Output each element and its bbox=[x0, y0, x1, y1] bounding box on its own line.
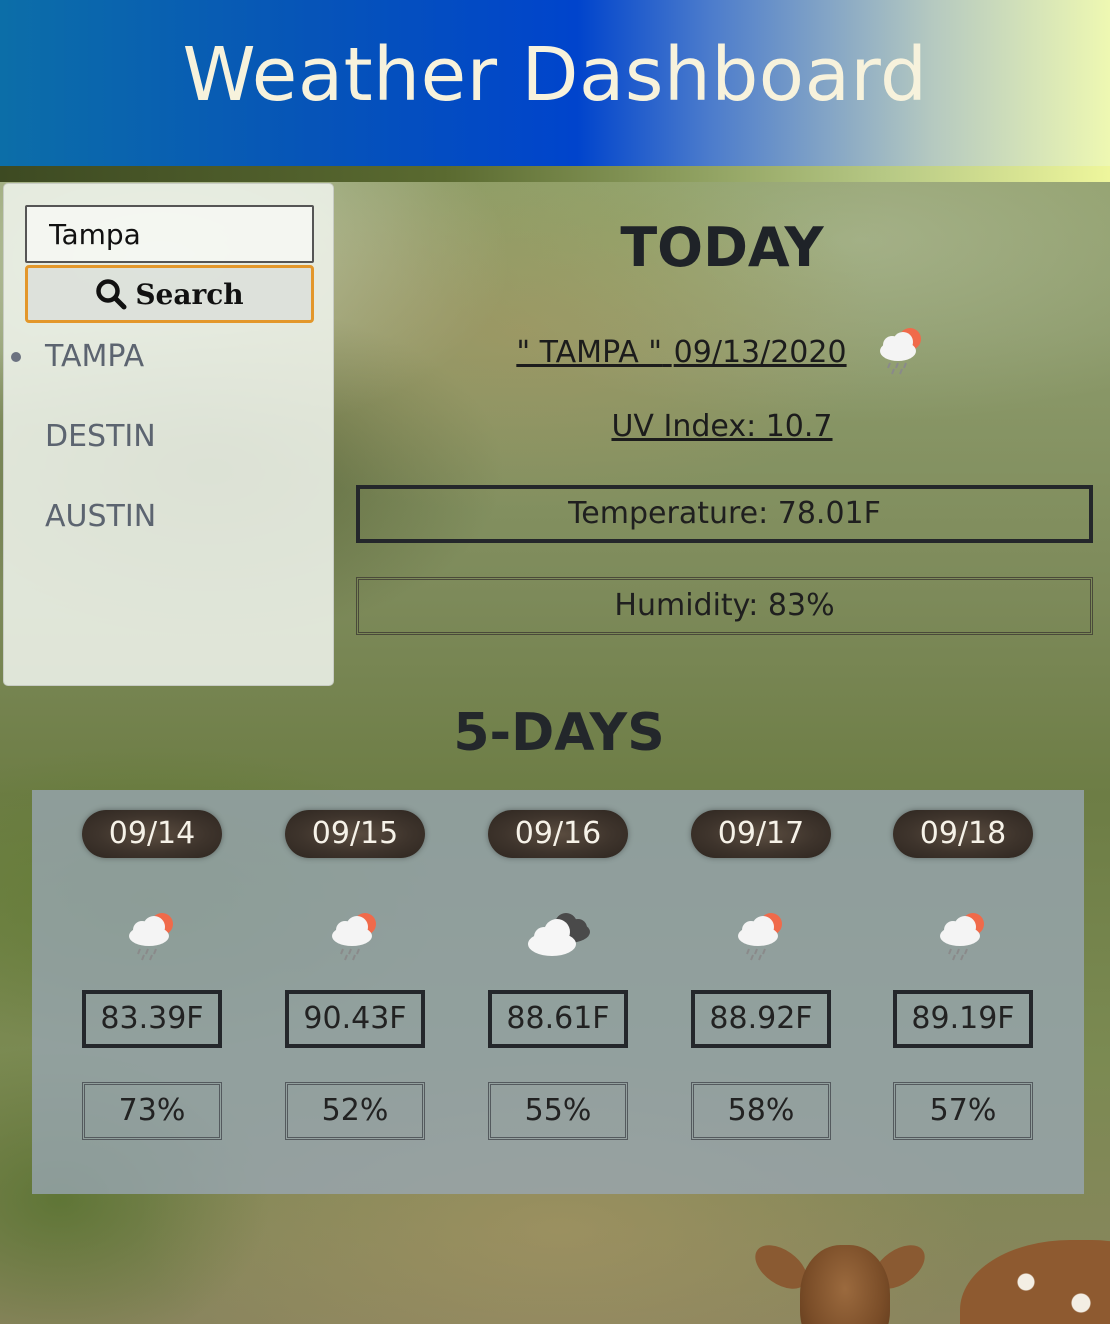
deer-head bbox=[800, 1245, 890, 1324]
forecast-date: 09/16 bbox=[488, 810, 628, 858]
rain-sun-cloud-icon bbox=[325, 908, 385, 966]
rain-sun-cloud-icon bbox=[122, 908, 182, 966]
history-item-label: TAMPA bbox=[45, 339, 145, 374]
rain-sun-cloud-icon bbox=[731, 908, 791, 966]
search-history-list: TAMPA DESTIN AUSTIN bbox=[4, 327, 156, 567]
history-item-austin[interactable]: AUSTIN bbox=[4, 487, 156, 567]
forecast-date: 09/15 bbox=[285, 810, 425, 858]
today-city-date: " TAMPA " 09/13/2020 bbox=[516, 335, 846, 370]
today-date: 09/13/2020 bbox=[673, 334, 847, 370]
page-header: Weather Dashboard bbox=[0, 0, 1110, 166]
deer-body bbox=[960, 1240, 1110, 1324]
page-title: Weather Dashboard bbox=[182, 32, 928, 118]
history-item-label: DESTIN bbox=[45, 419, 156, 454]
forecast-date: 09/17 bbox=[691, 810, 831, 858]
forecast-temperature: 88.61F bbox=[488, 990, 628, 1048]
history-item-destin[interactable]: DESTIN bbox=[4, 407, 156, 487]
search-button-label: Search bbox=[135, 277, 244, 311]
forecast-humidity: 52% bbox=[285, 1082, 425, 1140]
history-item-label: AUSTIN bbox=[45, 499, 157, 534]
forecast-date: 09/14 bbox=[82, 810, 222, 858]
sidebar: Search TAMPA DESTIN AUSTIN bbox=[3, 183, 334, 686]
forecast-humidity: 55% bbox=[488, 1082, 628, 1140]
forecast-date: 09/18 bbox=[893, 810, 1033, 858]
forecast-card: 09/17 88.92F 58% bbox=[689, 790, 833, 1194]
rain-sun-cloud-icon bbox=[933, 908, 993, 966]
cloudy-icon bbox=[522, 908, 596, 966]
today-temperature: Temperature: 78.01F bbox=[356, 485, 1093, 543]
list-bullet bbox=[11, 352, 21, 362]
five-day-heading: 5-DAYS bbox=[453, 703, 665, 763]
search-input[interactable] bbox=[25, 205, 314, 263]
forecast-humidity: 58% bbox=[691, 1082, 831, 1140]
forecast-humidity: 57% bbox=[893, 1082, 1033, 1140]
header-stripe bbox=[0, 166, 1110, 182]
rain-sun-cloud-icon bbox=[874, 323, 928, 381]
forecast-temperature: 88.92F bbox=[691, 990, 831, 1048]
uv-index: UV Index: 10.7 bbox=[611, 409, 833, 444]
today-humidity: Humidity: 83% bbox=[356, 577, 1093, 635]
forecast-panel: 09/14 83.39F 73% 09/15 90.43F 52% 09/16 … bbox=[32, 790, 1084, 1194]
search-icon bbox=[96, 279, 127, 310]
forecast-card: 09/14 83.39F 73% bbox=[80, 790, 224, 1194]
today-city: " TAMPA " bbox=[516, 334, 663, 370]
forecast-card: 09/18 89.19F 57% bbox=[891, 790, 1035, 1194]
forecast-temperature: 90.43F bbox=[285, 990, 425, 1048]
forecast-temperature: 83.39F bbox=[82, 990, 222, 1048]
today-city-row: " TAMPA " 09/13/2020 bbox=[334, 323, 1110, 381]
forecast-card: 09/16 88.61F 55% bbox=[486, 790, 630, 1194]
today-panel: TODAY " TAMPA " 09/13/2020 UV Index: 10.… bbox=[334, 183, 1110, 688]
today-heading: TODAY bbox=[620, 216, 824, 279]
history-item-tampa[interactable]: TAMPA bbox=[4, 327, 156, 407]
search-button[interactable]: Search bbox=[25, 265, 314, 323]
forecast-humidity: 73% bbox=[82, 1082, 222, 1140]
forecast-temperature: 89.19F bbox=[893, 990, 1033, 1048]
forecast-card: 09/15 90.43F 52% bbox=[283, 790, 427, 1194]
